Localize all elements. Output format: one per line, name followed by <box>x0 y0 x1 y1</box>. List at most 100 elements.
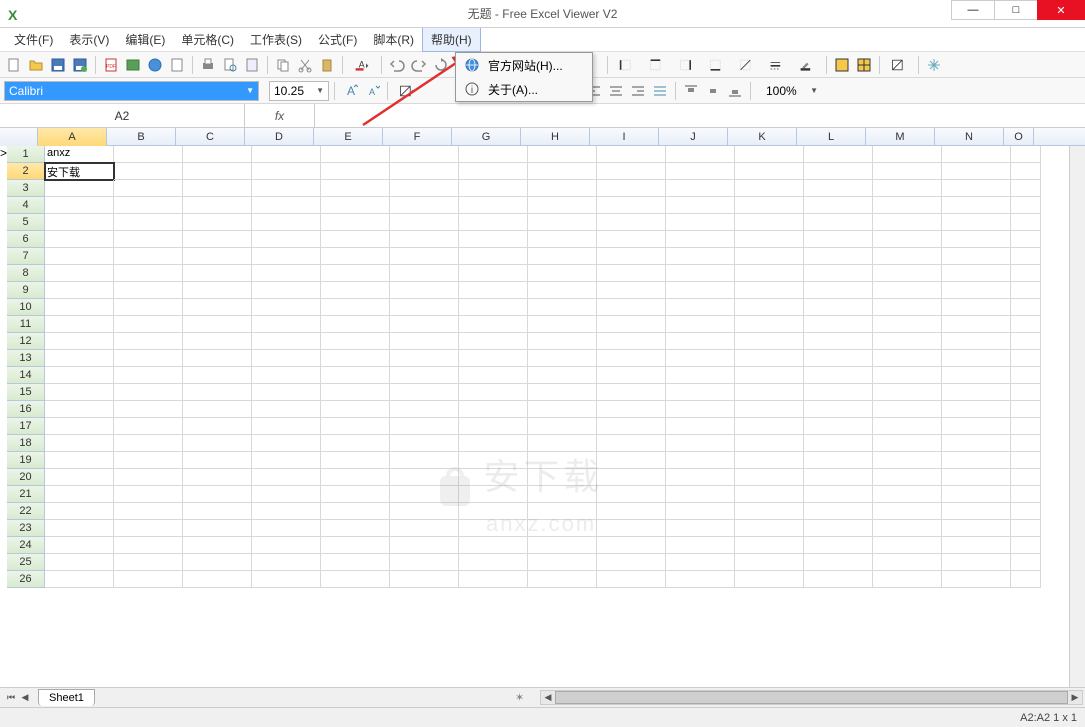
row-header-20[interactable]: 20 <box>7 469 45 486</box>
cell-N2[interactable] <box>942 163 1011 180</box>
row-header-2[interactable]: 2 <box>7 163 45 180</box>
cell-M7[interactable] <box>873 248 942 265</box>
cell-G25[interactable] <box>459 554 528 571</box>
col-header-D[interactable]: D <box>245 128 314 146</box>
cell-O19[interactable] <box>1011 452 1041 469</box>
html-icon[interactable] <box>145 55 165 75</box>
cell-G1[interactable] <box>459 146 528 163</box>
cell-K20[interactable] <box>735 469 804 486</box>
cell-G9[interactable] <box>459 282 528 299</box>
cell-H25[interactable] <box>528 554 597 571</box>
cell-B17[interactable] <box>114 418 183 435</box>
cell-M10[interactable] <box>873 299 942 316</box>
cell-E5[interactable] <box>321 214 390 231</box>
cell-C23[interactable] <box>183 520 252 537</box>
cell-G4[interactable] <box>459 197 528 214</box>
cell-E15[interactable] <box>321 384 390 401</box>
cell-H5[interactable] <box>528 214 597 231</box>
cell-N11[interactable] <box>942 316 1011 333</box>
cell-H13[interactable] <box>528 350 597 367</box>
cell-N16[interactable] <box>942 401 1011 418</box>
cell-D2[interactable] <box>252 163 321 180</box>
row-header-13[interactable]: 13 <box>7 350 45 367</box>
cell-N18[interactable] <box>942 435 1011 452</box>
row-header-14[interactable]: 14 <box>7 367 45 384</box>
scroll-left-icon[interactable]: ◀ <box>541 692 555 703</box>
cell-B26[interactable] <box>114 571 183 588</box>
cell-B4[interactable] <box>114 197 183 214</box>
cell-K24[interactable] <box>735 537 804 554</box>
cell-D5[interactable] <box>252 214 321 231</box>
cell-H4[interactable] <box>528 197 597 214</box>
menu-view[interactable]: 表示(V) <box>61 28 117 51</box>
cell-C7[interactable] <box>183 248 252 265</box>
cell-H8[interactable] <box>528 265 597 282</box>
cell-L2[interactable] <box>804 163 873 180</box>
cell-J23[interactable] <box>666 520 735 537</box>
cell-D6[interactable] <box>252 231 321 248</box>
cell-N13[interactable] <box>942 350 1011 367</box>
cell-N1[interactable] <box>942 146 1011 163</box>
cells-area[interactable]: anxz安下载 <box>45 146 1041 588</box>
cell-O23[interactable] <box>1011 520 1041 537</box>
cell-A14[interactable] <box>45 367 114 384</box>
help-website-item[interactable]: 官方网站(H)... <box>456 53 592 77</box>
cell-J3[interactable] <box>666 180 735 197</box>
cell-H22[interactable] <box>528 503 597 520</box>
cell-D11[interactable] <box>252 316 321 333</box>
cell-E12[interactable] <box>321 333 390 350</box>
cell-K25[interactable] <box>735 554 804 571</box>
cell-O2[interactable] <box>1011 163 1041 180</box>
cell-F22[interactable] <box>390 503 459 520</box>
cell-N12[interactable] <box>942 333 1011 350</box>
cell-N21[interactable] <box>942 486 1011 503</box>
cell-E13[interactable] <box>321 350 390 367</box>
cell-A5[interactable] <box>45 214 114 231</box>
font-size-combo[interactable]: 10.25 ▼ <box>269 81 329 101</box>
cell-A10[interactable] <box>45 299 114 316</box>
cell-A24[interactable] <box>45 537 114 554</box>
cell-H24[interactable] <box>528 537 597 554</box>
cell-I24[interactable] <box>597 537 666 554</box>
row-header-19[interactable]: 19 <box>7 452 45 469</box>
cell-H11[interactable] <box>528 316 597 333</box>
cell-C22[interactable] <box>183 503 252 520</box>
cell-K17[interactable] <box>735 418 804 435</box>
cell-D24[interactable] <box>252 537 321 554</box>
cell-I6[interactable] <box>597 231 666 248</box>
col-header-N[interactable]: N <box>935 128 1004 146</box>
cell-C1[interactable] <box>183 146 252 163</box>
cell-E17[interactable] <box>321 418 390 435</box>
cell-B18[interactable] <box>114 435 183 452</box>
cell-G17[interactable] <box>459 418 528 435</box>
cell-C14[interactable] <box>183 367 252 384</box>
help-about-item[interactable]: i 关于(A)... <box>456 77 592 101</box>
cell-I21[interactable] <box>597 486 666 503</box>
cell-M22[interactable] <box>873 503 942 520</box>
cell-G3[interactable] <box>459 180 528 197</box>
cell-I12[interactable] <box>597 333 666 350</box>
cell-M4[interactable] <box>873 197 942 214</box>
cell-H2[interactable] <box>528 163 597 180</box>
select-all-corner[interactable] <box>0 128 38 146</box>
tab-first-icon[interactable]: ⏮ <box>4 690 18 706</box>
sheet-tab[interactable]: Sheet1 <box>38 689 95 706</box>
cell-D8[interactable] <box>252 265 321 282</box>
scroll-thumb[interactable] <box>555 691 1068 704</box>
cell-M20[interactable] <box>873 469 942 486</box>
cell-F23[interactable] <box>390 520 459 537</box>
cell-E7[interactable] <box>321 248 390 265</box>
border-style-icon[interactable] <box>763 55 791 75</box>
cell-M16[interactable] <box>873 401 942 418</box>
cell-H18[interactable] <box>528 435 597 452</box>
cell-H16[interactable] <box>528 401 597 418</box>
cell-M21[interactable] <box>873 486 942 503</box>
cell-F5[interactable] <box>390 214 459 231</box>
cell-K15[interactable] <box>735 384 804 401</box>
cell-F1[interactable] <box>390 146 459 163</box>
row-header-25[interactable]: 25 <box>7 554 45 571</box>
cell-D18[interactable] <box>252 435 321 452</box>
cell-I15[interactable] <box>597 384 666 401</box>
row-header-10[interactable]: 10 <box>7 299 45 316</box>
border-top-icon[interactable] <box>643 55 671 75</box>
